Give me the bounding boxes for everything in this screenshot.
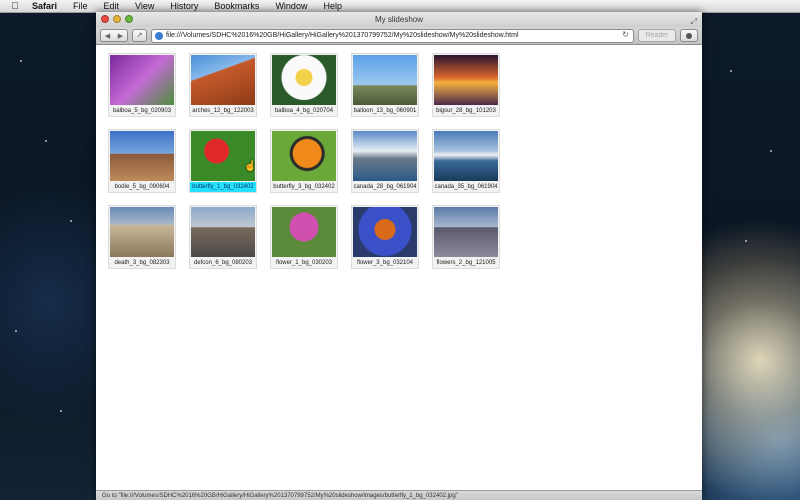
gallery-thumbnail[interactable]: canada_35_bg_061904 [432,129,500,193]
thumbnail-image[interactable] [110,131,174,181]
forward-arrow-icon[interactable]: ▶ [118,32,123,40]
back-forward-buttons[interactable]: ◀ ▶ [100,29,128,42]
thumbnail-image[interactable] [110,207,174,257]
thumbnail-caption[interactable]: bodie_5_bg_090604 [109,182,175,192]
menu-help[interactable]: Help [315,0,350,12]
gallery-thumbnail[interactable]: defcon_6_bg_080203 [189,205,257,269]
fullscreen-icon[interactable]: ⤢ [691,14,697,29]
thumbnail-image[interactable] [272,131,336,181]
menu-bookmarks[interactable]: Bookmarks [206,0,267,12]
thumbnail-caption[interactable]: bigsur_28_bg_101203 [433,106,499,116]
star [730,70,732,72]
title-bar[interactable]: My slideshow ⤢ [96,12,702,27]
back-arrow-icon[interactable]: ◀ [105,32,110,40]
gallery-thumbnail[interactable]: butterfly_3_bg_032402 [270,129,338,193]
thumbnail-image[interactable] [272,55,336,105]
thumbnail-caption[interactable]: balloon_13_bg_060901 [352,106,418,116]
star [15,330,17,332]
thumbnail-caption[interactable]: butterfly_3_bg_032402 [271,182,337,192]
thumbnail-image[interactable] [353,131,417,181]
close-button[interactable] [101,15,109,23]
address-bar[interactable]: file:///Volumes/SDHC%2016%20GB/HiGallery… [151,28,634,43]
window-controls [101,15,133,23]
downloads-button[interactable] [680,29,698,42]
downloads-icon [686,32,692,39]
menu-history[interactable]: History [162,0,206,12]
thumbnail-image[interactable] [353,207,417,257]
apple-icon[interactable]:  [6,1,24,12]
thumbnail-caption[interactable]: arches_12_bg_122003 [190,106,256,116]
thumbnail-caption[interactable]: balboa_5_bg_020903 [109,106,175,116]
gallery-thumbnail[interactable]: balboa_4_bg_020704 [270,53,338,117]
thumbnail-caption[interactable]: balboa_4_bg_020704 [271,106,337,116]
thumbnail-image[interactable] [434,55,498,105]
gallery-thumbnail[interactable]: flowers_2_bg_121005 [432,205,500,269]
gallery-thumbnail[interactable]: flower_1_bg_030203 [270,205,338,269]
star [45,140,47,142]
menu-window[interactable]: Window [267,0,315,12]
thumbnail-image[interactable] [353,55,417,105]
thumbnail-image[interactable] [434,131,498,181]
reader-button[interactable]: Reader [638,29,676,42]
thumbnail-image[interactable] [191,55,255,105]
thumbnail-caption[interactable]: defcon_6_bg_080203 [190,258,256,268]
gallery-thumbnail[interactable]: death_3_bg_082303 [108,205,176,269]
window-title: My slideshow [374,15,423,24]
thumbnail-image[interactable] [191,207,255,257]
star [60,410,62,412]
menu-safari[interactable]: Safari [24,0,65,12]
url-text[interactable]: file:///Volumes/SDHC%2016%20GB/HiGallery… [166,32,519,39]
thumbnail-image[interactable] [272,207,336,257]
share-button[interactable]: ↗ [132,29,147,42]
thumbnail-image[interactable] [110,55,174,105]
status-text: Go to "file:///Volumes/SDHC%2016%20GB/Hi… [102,493,458,499]
minimize-button[interactable] [113,15,121,23]
gallery-thumbnail[interactable]: arches_12_bg_122003 [189,53,257,117]
gallery-thumbnail[interactable]: butterfly_1_bg_032402 ☝ [189,129,257,193]
thumbnail-caption[interactable]: flower_3_bg_032104 [352,258,418,268]
browser-window: My slideshow ⤢ ◀ ▶ ↗ file:///Volumes/SDH… [96,12,702,500]
gallery-thumbnail[interactable]: flower_3_bg_032104 [351,205,419,269]
star [745,240,747,242]
thumbnail-caption[interactable]: canada_28_bg_061904 [352,182,418,192]
gallery-thumbnail[interactable]: bigsur_28_bg_101203 [432,53,500,117]
thumbnail-caption[interactable]: death_3_bg_082303 [109,258,175,268]
thumbnail-caption[interactable]: flowers_2_bg_121005 [433,258,499,268]
status-bar: Go to "file:///Volumes/SDHC%2016%20GB/Hi… [96,490,702,500]
gallery-thumbnail[interactable]: bodie_5_bg_090604 [108,129,176,193]
star [770,150,772,152]
menu-view[interactable]: View [127,0,162,12]
menu-edit[interactable]: Edit [96,0,128,12]
globe-icon [155,31,163,40]
thumbnail-image[interactable] [191,131,255,181]
thumbnail-caption[interactable]: canada_35_bg_061904 [433,182,499,192]
gallery-thumbnail[interactable]: balloon_13_bg_060901 [351,53,419,117]
reload-icon[interactable]: ↻ [622,30,629,39]
menu-file[interactable]: File [65,0,96,12]
gallery-content: balboa_5_bg_020903 arches_12_bg_122003 bal… [96,45,702,490]
star [20,60,22,62]
thumbnail-image[interactable] [434,207,498,257]
gallery-thumbnail[interactable]: balboa_5_bg_020903 [108,53,176,117]
toolbar: ◀ ▶ ↗ file:///Volumes/SDHC%2016%20GB/HiG… [96,27,702,45]
gallery-thumbnail[interactable]: canada_28_bg_061904 [351,129,419,193]
hand-cursor-icon: ☝ [244,161,257,172]
thumbnail-caption[interactable]: butterfly_1_bg_032402 [190,182,256,192]
star [70,220,72,222]
zoom-button[interactable] [125,15,133,23]
thumbnail-caption[interactable]: flower_1_bg_030203 [271,258,337,268]
